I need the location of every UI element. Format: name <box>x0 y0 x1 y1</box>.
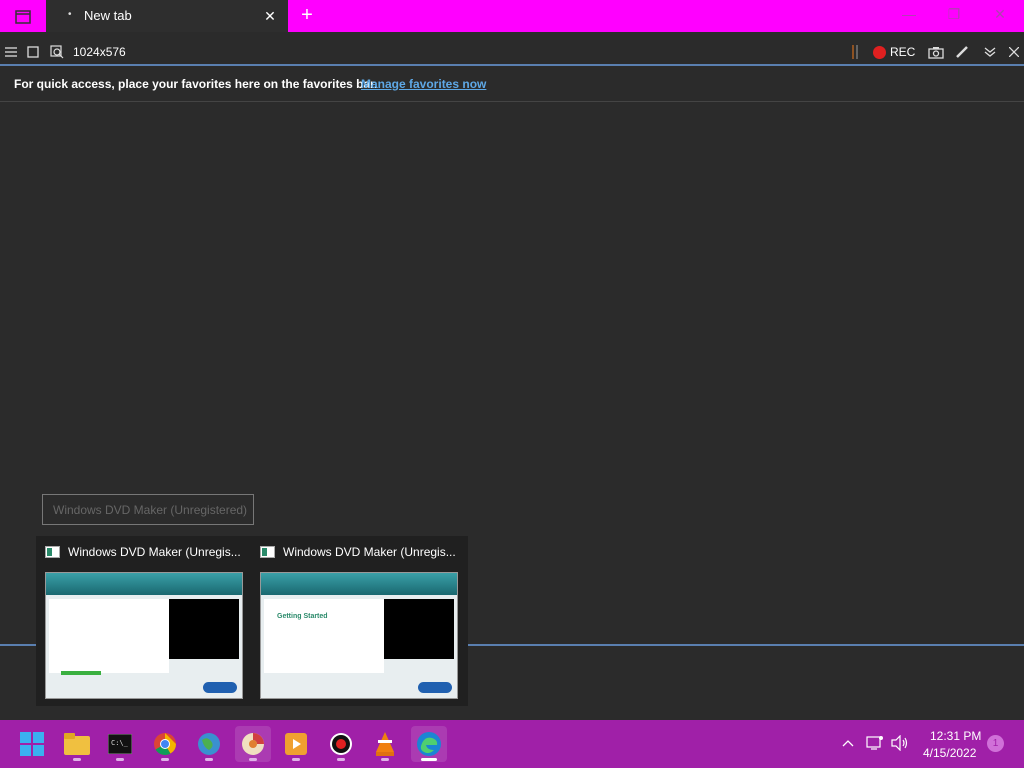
notification-badge[interactable]: 1 <box>987 735 1004 752</box>
recorder-toolbar: 1024x576 REC <box>0 38 1024 66</box>
vlc-icon[interactable] <box>367 726 403 762</box>
clock-time[interactable]: 12:31 PM <box>930 729 981 743</box>
restore-icon[interactable]: ❐ <box>941 6 967 26</box>
volume-icon[interactable] <box>891 734 909 752</box>
camera-icon[interactable] <box>927 43 945 61</box>
window-thumbnail[interactable]: Windows DVD Maker (Unregis... <box>36 536 250 706</box>
favorites-bar-message: For quick access, place your favorites h… <box>14 77 378 91</box>
menu-icon[interactable] <box>2 43 20 61</box>
manage-favorites-link[interactable]: Manage favorites now <box>361 77 486 91</box>
network-icon[interactable] <box>866 734 884 752</box>
dvd-maker-app-icon <box>260 546 275 558</box>
tab-loading-icon: • <box>68 9 72 20</box>
favorites-bar: For quick access, place your favorites h… <box>0 68 1024 102</box>
thumbnail-title: Windows DVD Maker (Unregis... <box>283 545 456 559</box>
tab-actions-icon[interactable] <box>10 7 36 27</box>
window-thumbnail[interactable]: Windows DVD Maker (Unregis... Getting St… <box>251 536 465 706</box>
thumbnail-preview: Getting Started <box>260 572 458 699</box>
svg-text:C:\_: C:\_ <box>111 739 129 747</box>
taskbar: C:\_ <box>0 720 1024 768</box>
toolbar-close-icon[interactable] <box>1005 43 1023 61</box>
taskbar-thumbnail-panel: Windows DVD Maker (Unregis... Windows DV… <box>36 536 468 706</box>
tooltip-text: Windows DVD Maker (Unregistered) <box>53 503 248 517</box>
region-select-icon[interactable] <box>24 43 42 61</box>
separator-icon <box>846 43 864 61</box>
clock-date[interactable]: 4/15/2022 <box>923 746 976 760</box>
close-icon[interactable]: ✕ <box>987 6 1013 26</box>
chevron-up-icon[interactable] <box>839 734 857 752</box>
minimize-icon[interactable]: — <box>896 6 922 26</box>
record-button[interactable]: REC <box>890 45 915 59</box>
new-tab-icon[interactable]: + <box>296 5 318 27</box>
taskbar-tooltip: Windows DVD Maker (Unregistered) <box>42 494 254 525</box>
dvd-maker-app-icon <box>45 546 60 558</box>
start-icon[interactable] <box>14 726 50 762</box>
dvd-maker-taskbar-icon[interactable] <box>235 726 271 762</box>
zoom-region-icon[interactable] <box>48 43 66 61</box>
tab-title: New tab <box>84 8 132 23</box>
title-bar: • New tab ✕ + — ❐ ✕ <box>0 0 1024 32</box>
terminal-icon[interactable]: C:\_ <box>102 726 138 762</box>
tab-new-tab[interactable]: • New tab ✕ <box>46 0 288 32</box>
thumbnail-preview <box>45 572 243 699</box>
file-explorer-icon[interactable] <box>59 726 95 762</box>
video-app-icon[interactable] <box>278 726 314 762</box>
globe-app-icon[interactable] <box>191 726 227 762</box>
tab-close-icon[interactable]: ✕ <box>262 8 278 25</box>
chevron-down-icon[interactable] <box>981 43 999 61</box>
record-icon[interactable] <box>873 46 886 59</box>
record-app-icon[interactable] <box>323 726 359 762</box>
capture-size-readout: 1024x576 <box>73 45 126 59</box>
chrome-icon[interactable] <box>147 726 183 762</box>
thumbnail-heading: Getting Started <box>277 613 328 620</box>
pen-icon[interactable] <box>953 43 971 61</box>
thumbnail-title: Windows DVD Maker (Unregis... <box>68 545 241 559</box>
edge-icon[interactable] <box>411 726 447 762</box>
